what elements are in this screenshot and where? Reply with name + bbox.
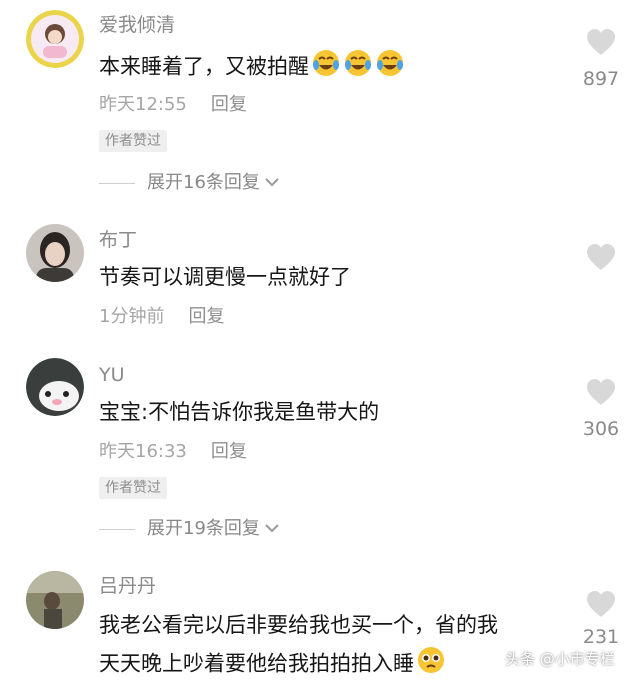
avatar[interactable] [26, 10, 84, 68]
username[interactable]: 吕丹丹 [99, 575, 156, 597]
heart-icon [587, 244, 615, 270]
expand-replies-button[interactable]: 展开16条回复 [99, 172, 280, 194]
comment-text: 我老公看完以后非要给我也买一个，省的我 [99, 613, 498, 637]
expand-replies-button[interactable]: 展开19条回复 [99, 518, 280, 540]
comment-meta: 昨天16:33 回复 [99, 441, 247, 463]
laughing-crying-emoji [375, 48, 405, 87]
heart-icon [587, 591, 615, 617]
divider [99, 182, 135, 184]
avatar[interactable] [26, 571, 84, 629]
reply-button[interactable]: 回复 [211, 94, 247, 115]
username[interactable]: 爱我倾清 [99, 14, 175, 36]
username[interactable]: 布丁 [99, 229, 137, 251]
comment-text: 宝宝:不怕告诉你我是鱼带大的 [99, 400, 380, 424]
comment-text: 节奏可以调更慢一点就好了 [99, 265, 351, 289]
author-liked-badge: 作者赞过 [99, 130, 167, 152]
laughing-crying-emoji [311, 48, 341, 87]
laughing-crying-emoji [343, 48, 373, 87]
username[interactable]: YU [99, 364, 125, 386]
avatar[interactable] [26, 224, 84, 282]
chevron-down-icon [264, 518, 280, 540]
like-button[interactable] [572, 243, 630, 271]
like-count: 231 [582, 626, 620, 648]
comment-meta: 1分钟前 回复 [99, 306, 224, 328]
like-button[interactable]: 306 [572, 378, 630, 440]
heart-icon [587, 379, 615, 405]
reply-button[interactable]: 回复 [188, 306, 224, 327]
like-button[interactable]: 897 [572, 28, 630, 90]
like-count: 897 [582, 68, 620, 90]
watermark: 头条 @小市专栏 [505, 650, 615, 668]
avatar[interactable] [26, 358, 84, 416]
comment-meta: 昨天12:55 回复 [99, 94, 247, 116]
timestamp: 昨天12:55 [99, 94, 187, 115]
timestamp: 1分钟前 [99, 306, 165, 327]
comment-text: 天天晚上吵着要他给我拍拍拍入睡 [99, 645, 446, 684]
like-button[interactable]: 231 [572, 590, 630, 648]
reply-button[interactable]: 回复 [211, 441, 247, 462]
pleading-emoji [416, 645, 446, 684]
author-liked-badge: 作者赞过 [99, 477, 167, 499]
divider [99, 528, 135, 530]
like-count: 306 [582, 418, 620, 440]
comment-text: 本来睡着了，又被拍醒 [99, 48, 405, 87]
heart-icon [587, 29, 615, 55]
timestamp: 昨天16:33 [99, 441, 187, 462]
chevron-down-icon [264, 172, 280, 194]
